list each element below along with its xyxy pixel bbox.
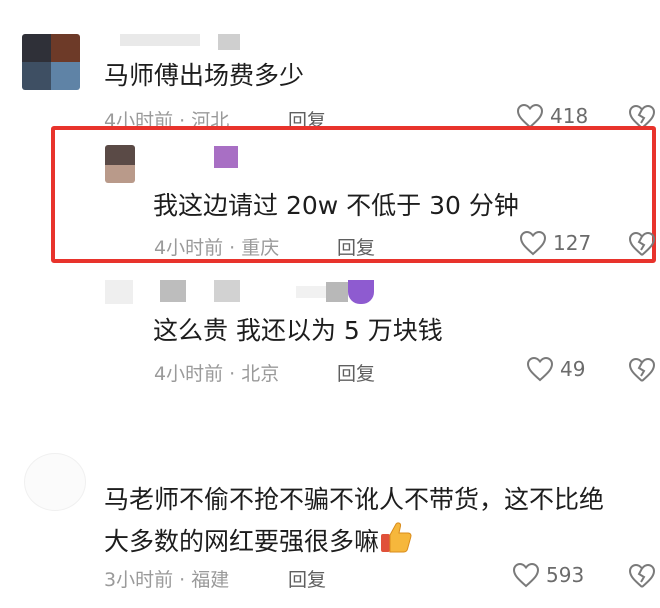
reply-button[interactable]: 回复: [337, 233, 375, 260]
comment-text-line-2: 大多数的网红要强很多嘛: [104, 520, 413, 558]
like-button[interactable]: 127: [519, 230, 591, 256]
heart-outline-icon: [526, 356, 554, 382]
comment-location: 福建: [191, 569, 230, 591]
meta-separator: ·: [173, 569, 192, 591]
comment-text-line-2-text: 大多数的网红要强很多嘛: [104, 527, 380, 556]
like-count: 418: [550, 104, 589, 128]
broken-heart-icon[interactable]: [628, 357, 656, 383]
comment-location: 北京: [241, 363, 280, 385]
comment-meta: 3小时前 · 福建: [104, 565, 229, 592]
avatar[interactable]: [105, 280, 133, 304]
avatar[interactable]: [24, 453, 86, 511]
like-button[interactable]: 593: [512, 562, 584, 588]
username-redacted: [160, 280, 380, 306]
comment-text: 马师傅出场费多少: [104, 61, 305, 90]
username-redacted: [100, 30, 240, 50]
comment-meta: 4小时前 · 重庆: [154, 233, 279, 260]
meta-separator: ·: [223, 363, 242, 385]
comment-time: 4小时前: [154, 237, 224, 259]
thumbs-up-emoji-icon: [381, 522, 412, 553]
like-button[interactable]: 49: [526, 356, 585, 382]
heart-outline-icon: [519, 230, 547, 256]
avatar[interactable]: [105, 145, 135, 183]
avatar-badge: [214, 146, 238, 168]
comment-text: 我这边请过 20w 不低于 30 分钟: [153, 191, 519, 220]
broken-heart-icon[interactable]: [628, 563, 656, 589]
comment-meta: 4小时前 · 北京: [154, 359, 279, 386]
reply-button[interactable]: 回复: [337, 359, 375, 386]
like-count: 127: [553, 231, 592, 255]
comment-text: 这么贵 我还以为 5 万块钱: [153, 316, 443, 345]
avatar[interactable]: [22, 34, 80, 90]
broken-heart-icon[interactable]: [628, 231, 656, 257]
comment-location: 重庆: [241, 237, 280, 259]
meta-separator: ·: [223, 237, 242, 259]
comment-text-line-1: 马老师不偷不抢不骗不讹人不带货，这不比绝: [104, 485, 605, 514]
comment-time: 4小时前: [154, 363, 224, 385]
heart-outline-icon: [512, 562, 540, 588]
like-count: 49: [560, 357, 586, 381]
like-count: 593: [546, 563, 585, 587]
reply-button[interactable]: 回复: [288, 565, 326, 592]
comment-time: 3小时前: [104, 569, 174, 591]
